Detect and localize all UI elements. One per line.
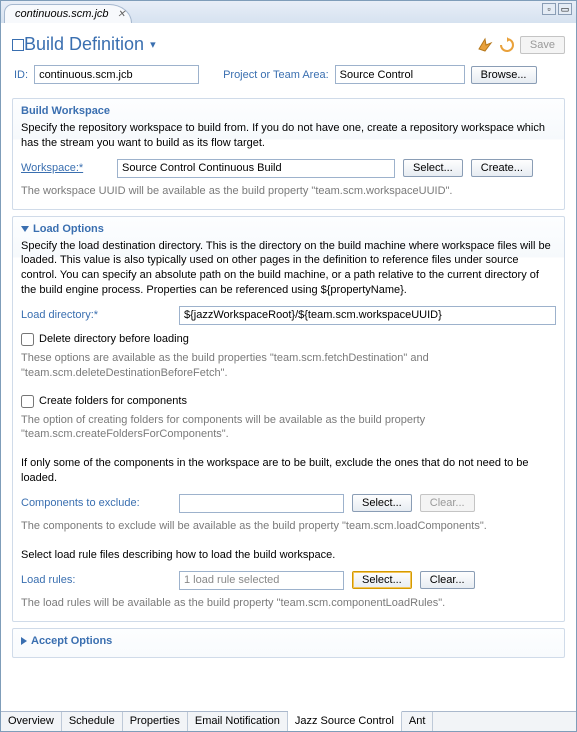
create-workspace-button[interactable]: Create... <box>471 159 533 177</box>
tab-schedule[interactable]: Schedule <box>62 712 123 731</box>
project-label: Project or Team Area: <box>223 69 329 81</box>
twisty-right-icon[interactable] <box>21 637 27 645</box>
load-dir-field[interactable] <box>179 306 556 325</box>
maximize-icon[interactable]: ▭ <box>558 3 572 15</box>
accept-options-section: Accept Options <box>12 628 565 658</box>
section-desc: Specify the repository workspace to buil… <box>21 121 556 151</box>
exclude-desc: If only some of the components in the wo… <box>21 456 556 486</box>
refresh-icon[interactable] <box>498 36 516 54</box>
load-rules-hint: The load rules will be available as the … <box>21 596 556 611</box>
select-components-button[interactable]: Select... <box>352 494 412 512</box>
clear-load-rules-button[interactable]: Clear... <box>420 571 475 589</box>
load-options-section: Load Options Specify the load destinatio… <box>12 216 565 622</box>
components-label: Components to exclude: <box>21 497 171 509</box>
close-icon[interactable]: ✕ <box>117 9 125 20</box>
tab-ant[interactable]: Ant <box>402 712 434 731</box>
title-menu-dropdown-icon[interactable]: ▾ <box>150 38 156 51</box>
tab-overview[interactable]: Overview <box>1 712 62 731</box>
section-header[interactable]: Accept Options <box>21 635 556 647</box>
save-button[interactable]: Save <box>520 36 565 54</box>
twisty-down-icon[interactable] <box>21 226 29 232</box>
page-title[interactable]: Build Definition ▾ <box>24 34 156 55</box>
build-workspace-section: Build Workspace Specify the repository w… <box>12 98 565 210</box>
load-rules-desc: Select load rule files describing how to… <box>21 548 556 563</box>
tab-email[interactable]: Email Notification <box>188 712 288 731</box>
workspace-field[interactable] <box>117 159 395 178</box>
tab-properties[interactable]: Properties <box>123 712 188 731</box>
tab-title: continuous.scm.jcb <box>15 8 109 20</box>
select-workspace-button[interactable]: Select... <box>403 159 463 177</box>
browse-button[interactable]: Browse... <box>471 66 537 84</box>
section-desc: Specify the load destination directory. … <box>21 239 556 298</box>
clear-components-button[interactable]: Clear... <box>420 494 475 512</box>
create-folders-label: Create folders for components <box>39 395 187 407</box>
id-field[interactable] <box>34 65 199 84</box>
minimize-icon[interactable]: ▫ <box>542 3 556 15</box>
editor-tab-bar: continuous.scm.jcb ✕ ▫ ▭ <box>1 1 576 23</box>
delete-dir-checkbox[interactable] <box>21 333 34 346</box>
id-label: ID: <box>14 69 28 81</box>
build-definition-icon <box>12 39 24 51</box>
load-rules-label: Load rules: <box>21 574 171 586</box>
load-rules-field <box>179 571 344 590</box>
select-load-rules-button[interactable]: Select... <box>352 571 412 589</box>
delete-dir-hint: These options are available as the build… <box>21 351 556 381</box>
editor-tab[interactable]: continuous.scm.jcb ✕ <box>4 4 132 23</box>
components-hint: The components to exclude will be availa… <box>21 519 556 534</box>
workspace-label[interactable]: Workspace:* <box>21 162 109 174</box>
workspace-hint: The workspace UUID will be available as … <box>21 184 556 199</box>
bottom-tab-bar: Overview Schedule Properties Email Notif… <box>1 711 576 731</box>
section-header[interactable]: Build Workspace <box>21 105 556 117</box>
create-folders-hint: The option of creating folders for compo… <box>21 413 556 443</box>
create-folders-checkbox[interactable] <box>21 395 34 408</box>
section-header[interactable]: Load Options <box>21 223 556 235</box>
project-field[interactable] <box>335 65 465 84</box>
load-dir-label: Load directory:* <box>21 309 171 321</box>
request-build-icon[interactable] <box>476 36 494 54</box>
tab-jazz-source-control[interactable]: Jazz Source Control <box>288 711 402 731</box>
components-field[interactable] <box>179 494 344 513</box>
delete-dir-label: Delete directory before loading <box>39 333 189 345</box>
